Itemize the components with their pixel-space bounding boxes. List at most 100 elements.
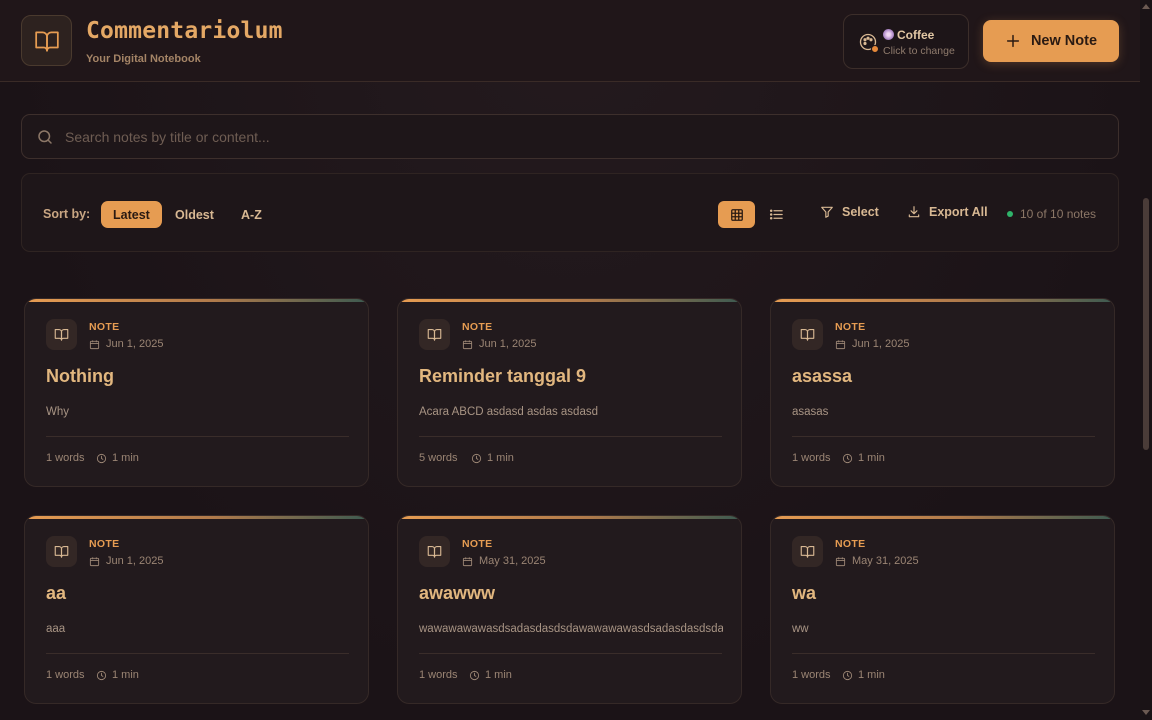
note-card[interactable]: NOTE May 31, 2025 awawww wawawawawasdsadasd… — [397, 515, 742, 704]
toolbar: Sort by: Latest Oldest A-Z Select Export… — [21, 173, 1119, 252]
note-read-time: 1 min — [842, 452, 885, 464]
sort-label: Sort by: — [43, 207, 91, 221]
note-date: Jun 1, 2025 — [462, 338, 537, 350]
list-view-button[interactable] — [758, 201, 795, 228]
note-read-time: 1 min — [471, 452, 514, 464]
note-card[interactable]: NOTE May 31, 2025 wa ww 1 words 1 min — [770, 515, 1115, 704]
note-preview: asasas — [792, 406, 829, 418]
search-bar — [21, 114, 1119, 159]
note-title: Reminder tanggal 9 — [419, 366, 587, 386]
clock-icon — [96, 670, 107, 680]
grid-view-button[interactable] — [718, 201, 755, 228]
note-read-time: 1 min — [96, 452, 139, 464]
note-read-time: 1 min — [96, 669, 139, 681]
note-tag: NOTE — [835, 321, 866, 333]
note-card[interactable]: NOTE Jun 1, 2025 Reminder tanggal 9 Acara A… — [397, 298, 742, 487]
logo — [21, 15, 72, 66]
note-date-text: May 31, 2025 — [852, 555, 919, 567]
scrollbar-thumb[interactable] — [1143, 198, 1149, 450]
book-icon — [54, 545, 69, 558]
note-type-icon — [46, 319, 77, 350]
sort-az-button[interactable]: A-Z — [229, 201, 274, 228]
app-page: Commentariolum Your Digital Notebook Cof… — [0, 0, 1140, 720]
note-date-text: May 31, 2025 — [479, 555, 546, 567]
calendar-icon — [462, 339, 473, 349]
note-date: May 31, 2025 — [835, 555, 919, 567]
note-date-text: Jun 1, 2025 — [106, 555, 164, 567]
note-type-icon — [792, 319, 823, 350]
note-word-count: 1 words — [419, 669, 458, 681]
calendar-icon — [89, 339, 100, 349]
card-divider — [792, 436, 1095, 437]
note-tag: NOTE — [835, 538, 866, 550]
note-title: Nothing — [46, 366, 114, 386]
page-scrollbar[interactable] — [1140, 0, 1152, 720]
note-date: Jun 1, 2025 — [835, 338, 910, 350]
note-date-text: Jun 1, 2025 — [106, 338, 164, 350]
note-title: aa — [46, 583, 67, 603]
calendar-icon — [89, 556, 100, 566]
scroll-up-icon[interactable] — [1142, 4, 1150, 9]
note-title: awawww — [419, 583, 496, 603]
grid-icon — [730, 208, 743, 221]
card-divider — [46, 653, 349, 654]
note-title: asassa — [792, 366, 853, 386]
note-read-time: 1 min — [842, 669, 885, 681]
note-word-count: 1 words — [792, 452, 831, 464]
note-preview: wawawawawasdsadasdasdsdawawawawasdsadasd… — [419, 623, 723, 635]
select-label: Select — [842, 205, 879, 219]
note-word-count: 1 words — [46, 669, 85, 681]
note-type-icon — [46, 536, 77, 567]
note-read-time-text: 1 min — [487, 452, 514, 464]
card-divider — [419, 653, 722, 654]
calendar-icon — [462, 556, 473, 566]
theme-name-label: Coffee — [897, 28, 935, 42]
clock-icon — [471, 453, 482, 463]
note-read-time-text: 1 min — [858, 452, 885, 464]
note-card[interactable]: NOTE Jun 1, 2025 Nothing Why 1 words 1 min — [24, 298, 369, 487]
note-tag: NOTE — [462, 538, 493, 550]
note-preview: Acara ABCD asdasd asdas asdasd — [419, 406, 598, 418]
note-type-icon — [419, 536, 450, 567]
new-note-label: New Note — [1030, 33, 1098, 49]
note-count: 10 of 10 notes — [1007, 207, 1096, 221]
note-read-time-text: 1 min — [858, 669, 885, 681]
book-icon — [427, 328, 442, 341]
filter-icon — [821, 206, 833, 218]
scroll-down-icon[interactable] — [1142, 710, 1150, 715]
note-tag: NOTE — [89, 321, 120, 333]
note-preview: aaa — [46, 623, 66, 635]
clock-icon — [842, 453, 853, 463]
note-date: May 31, 2025 — [462, 555, 546, 567]
search-input[interactable] — [65, 115, 1105, 158]
calendar-icon — [835, 556, 846, 566]
theme-swatch-icon — [883, 29, 894, 40]
note-card[interactable]: NOTE Jun 1, 2025 aa aaa 1 words 1 min — [24, 515, 369, 704]
theme-indicator-dot — [871, 45, 879, 53]
note-title: wa — [792, 583, 817, 603]
card-accent-bar — [398, 516, 741, 519]
new-note-button[interactable]: New Note — [983, 20, 1119, 62]
note-date-text: Jun 1, 2025 — [479, 338, 537, 350]
book-icon — [54, 328, 69, 341]
card-divider — [419, 436, 722, 437]
note-read-time-text: 1 min — [485, 669, 512, 681]
card-divider — [792, 653, 1095, 654]
card-divider — [46, 436, 349, 437]
note-card[interactable]: NOTE Jun 1, 2025 asassa asasas 1 words 1 min — [770, 298, 1115, 487]
sort-latest-button[interactable]: Latest — [101, 201, 162, 228]
note-preview: Why — [46, 406, 69, 418]
select-button[interactable]: Select — [820, 205, 879, 219]
export-all-button[interactable]: Export All — [907, 205, 988, 219]
note-tag: NOTE — [89, 538, 120, 550]
note-date: Jun 1, 2025 — [89, 555, 164, 567]
note-date: Jun 1, 2025 — [89, 338, 164, 350]
theme-name: Coffee — [883, 28, 934, 42]
theme-hint: Click to change — [883, 45, 955, 57]
note-preview: ww — [792, 623, 809, 635]
card-accent-bar — [398, 299, 741, 302]
book-icon — [34, 30, 59, 52]
theme-switcher-button[interactable]: Coffee Click to change — [843, 14, 969, 69]
sort-oldest-button[interactable]: Oldest — [163, 201, 226, 228]
note-count-text: 10 of 10 notes — [1020, 207, 1097, 221]
